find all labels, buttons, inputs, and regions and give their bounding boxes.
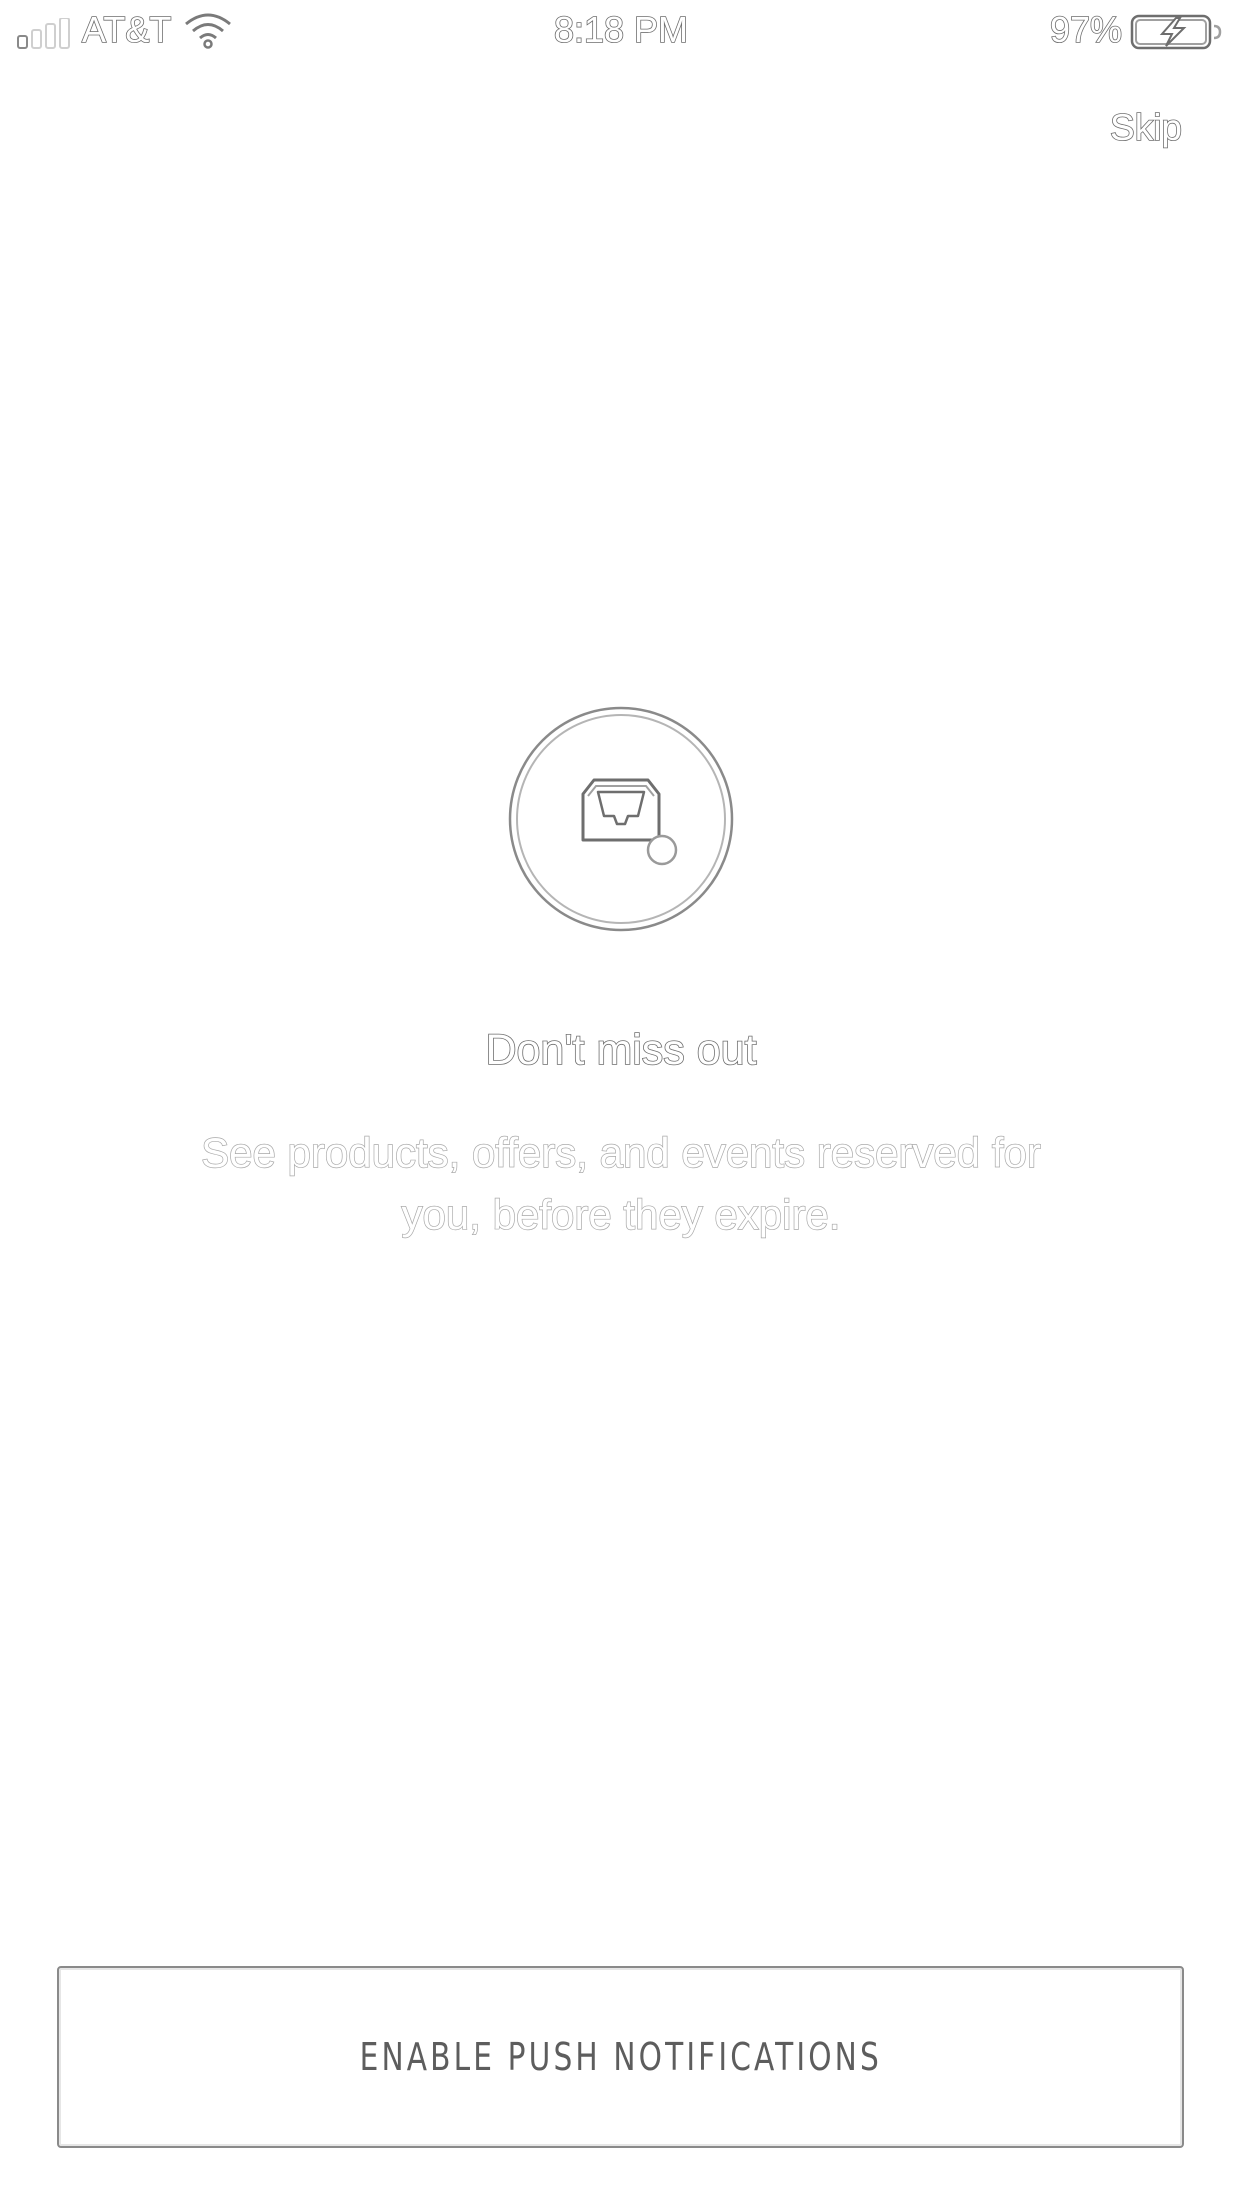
page-subtitle: See products, offers, and events reserve…	[200, 1128, 1041, 1238]
enable-push-notifications-label: ENABLE PUSH NOTIFICATIONS	[359, 2035, 882, 2079]
battery-charging-icon	[1130, 14, 1222, 50]
skip-button[interactable]: Skip	[1109, 106, 1183, 150]
inbox-tray-icon	[508, 706, 734, 932]
page-title: Don't miss out	[485, 1025, 758, 1075]
status-bar: AT&T 8:18 PM 97%	[0, 0, 1242, 64]
battery-percentage: 97%	[1049, 8, 1123, 51]
enable-push-notifications-button[interactable]: ENABLE PUSH NOTIFICATIONS	[57, 1966, 1184, 2148]
